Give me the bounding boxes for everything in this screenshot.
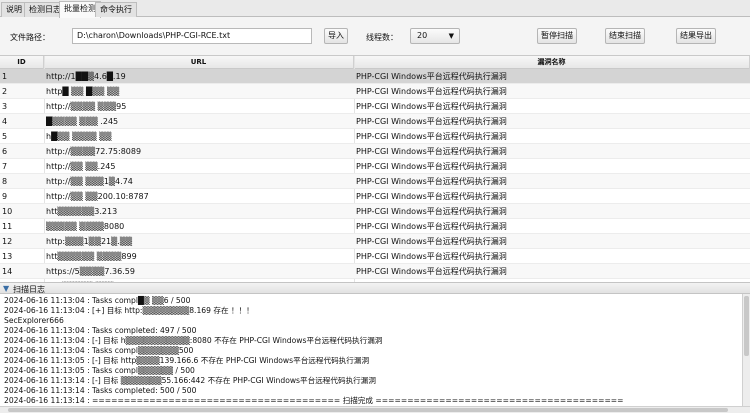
cell-vuln-name: PHP-CGI Windows平台远程代码执行漏洞 [356,117,507,126]
cell-url: http://▒▒▒▒72.75:8089 [46,147,142,156]
export-results-button[interactable]: 结果导出 [676,28,716,44]
cell-id: 5 [2,132,8,141]
pause-scan-button[interactable]: 暂停扫描 [537,28,577,44]
log-line: 2024-06-16 11:13:14 : ==================… [4,396,624,405]
cell-id: 11 [2,222,13,231]
cell-url: http://1██▒4.6█.19 [46,72,126,81]
log-line: 2024-06-16 11:13:05 : Tasks compl▒▒▒▒▒▒ … [4,366,195,375]
cell-id: 14 [2,267,13,276]
table-row[interactable]: 7 http://▒▒ ▒▒.245 PHP-CGI Windows平台远程代码执行… [0,159,750,174]
log-line: 2024-06-16 11:13:04 : [-] 目标 h▒▒▒▒▒▒▒▒▒▒… [4,336,383,345]
import-button[interactable]: 导入 [324,28,348,44]
column-header-vuln-name[interactable]: 漏洞名称 [354,56,750,69]
cell-id: 7 [2,162,8,171]
cell-vuln-name: PHP-CGI Windows平台远程代码执行漏洞 [356,162,507,171]
cell-url: http://▒▒▒▒ ▒▒▒95 [46,102,127,111]
threads-value: 20 [417,31,428,40]
cell-url: http█ ▒▒ █▒▒ ▒▒ [46,87,120,96]
threads-select[interactable]: 20 ▼ [410,28,460,44]
tab-command-exec[interactable]: 命令执行 [95,2,137,17]
cell-vuln-name: PHP-CGI Windows平台远程代码执行漏洞 [356,177,507,186]
threads-label: 线程数： [366,33,398,42]
log-line: 2024-06-16 11:13:14 : [-] 目标 ▒▒▒▒▒▒▒55.1… [4,376,376,385]
log-vertical-scrollbar[interactable] [742,294,750,406]
cell-url: https://5▒▒▒▒7.36.59 [46,267,135,276]
cell-id: 10 [2,207,13,216]
cell-url: htt▒▒▒▒▒▒3.213 [46,207,118,216]
toolbar: 文件路径： D:\charon\Downloads\PHP-CGI-RCE.tx… [0,18,750,54]
table-row[interactable]: 12 http:▒▒▒1▒▒21▒.▒▒ PHP-CGI Windows平台远程代码… [0,234,750,249]
file-path-input[interactable]: D:\charon\Downloads\PHP-CGI-RCE.txt [72,28,312,44]
cell-id: 6 [2,147,8,156]
cell-id: 1 [2,72,8,81]
table-row[interactable]: 13 htt▒▒▒▒▒▒ ▒▒▒▒899 PHP-CGI Windows平台远程代码… [0,249,750,264]
log-line: 2024-06-16 11:13:04 : Tasks compl▒▒▒▒▒▒▒… [4,346,194,355]
results-table: ID URL 漏洞名称 1 http://1██▒4.6█.19 PHP-CGI W… [0,55,750,282]
table-row[interactable]: 3 http://▒▒▒▒ ▒▒▒95 PHP-CGI Windows平台远程代码执… [0,99,750,114]
log-line: 2024-06-16 11:13:04 : Tasks compl█▒ ▒▒6 … [4,296,191,305]
cell-vuln-name: PHP-CGI Windows平台远程代码执行漏洞 [356,222,507,231]
table-row[interactable]: 1 http://1██▒4.6█.19 PHP-CGI Windows平台远程代码… [0,69,750,84]
cell-url: █▒▒▒▒ ▒▒▒ .245 [46,117,119,126]
table-header: ID URL 漏洞名称 [0,56,750,69]
cell-url: htt▒▒▒▒▒▒ ▒▒▒▒899 [46,252,137,261]
cell-vuln-name: PHP-CGI Windows平台远程代码执行漏洞 [356,192,507,201]
cell-vuln-name: PHP-CGI Windows平台远程代码执行漏洞 [356,237,507,246]
table-row[interactable]: 9 http://▒▒ ▒▒200.10:8787 PHP-CGI Windows平… [0,189,750,204]
cell-vuln-name: PHP-CGI Windows平台远程代码执行漏洞 [356,102,507,111]
cell-id: 2 [2,87,8,96]
tab-bar: 说明 检测日志 批量检测 命令执行 [0,0,750,18]
table-row[interactable]: 14 https://5▒▒▒▒7.36.59 PHP-CGI Windows平台远… [0,264,750,279]
cell-id: 12 [2,237,13,246]
column-header-id[interactable]: ID [0,56,44,69]
column-header-url[interactable]: URL [44,56,354,69]
cell-id: 4 [2,117,8,126]
cell-id: 3 [2,102,8,111]
cell-url: http://▒▒ ▒▒▒1▒4.74 [46,177,133,186]
collapse-triangle-icon[interactable]: ▼ [3,284,9,293]
log-line: 2024-06-16 11:13:05 : [-] 目标 http▒▒▒▒139… [4,356,370,365]
table-row[interactable]: 2 http█ ▒▒ █▒▒ ▒▒ PHP-CGI Windows平台远程代码执行漏… [0,84,750,99]
scan-log-area[interactable]: 2024-06-16 11:13:04 : Tasks compl█▒ ▒▒6 … [0,294,742,406]
cell-url: http:▒▒▒1▒▒21▒.▒▒ [46,237,133,246]
cell-id: 13 [2,252,13,261]
table-row[interactable]: 4 █▒▒▒▒ ▒▒▒ .245 PHP-CGI Windows平台远程代码执行漏洞 [0,114,750,129]
cell-id: 8 [2,177,8,186]
table-row[interactable]: 10 htt▒▒▒▒▒▒3.213 PHP-CGI Windows平台远程代码执行漏… [0,204,750,219]
file-path-label: 文件路径： [10,33,50,42]
log-line: 2024-06-16 11:13:04 : Tasks completed: 4… [4,326,197,335]
scan-log-header[interactable]: ▼ 扫描日志 [0,282,750,294]
log-line: 2024-06-16 11:13:14 : Tasks completed: 5… [4,386,197,395]
cell-vuln-name: PHP-CGI Windows平台远程代码执行漏洞 [356,267,507,276]
cell-id: 9 [2,192,8,201]
log-horizontal-scrollbar[interactable] [0,406,750,413]
scrollbar-thumb[interactable] [744,296,749,356]
cell-url: http://▒▒ ▒▒.245 [46,162,116,171]
cell-vuln-name: PHP-CGI Windows平台远程代码执行漏洞 [356,252,507,261]
chevron-down-icon: ▼ [448,32,454,40]
log-line: 2024-06-16 11:13:04 : [+] 目标 http:▒▒▒▒▒▒… [4,306,254,315]
table-row[interactable]: 6 http://▒▒▒▒72.75:8089 PHP-CGI Windows平台远… [0,144,750,159]
cell-vuln-name: PHP-CGI Windows平台远程代码执行漏洞 [356,147,507,156]
cell-vuln-name: PHP-CGI Windows平台远程代码执行漏洞 [356,132,507,141]
table-row[interactable]: 8 http://▒▒ ▒▒▒1▒4.74 PHP-CGI Windows平台远程代… [0,174,750,189]
cell-vuln-name: PHP-CGI Windows平台远程代码执行漏洞 [356,72,507,81]
scrollbar-thumb[interactable] [8,408,728,412]
table-row[interactable]: 5 h█▒▒ ▒▒▒▒ ▒▒ PHP-CGI Windows平台远程代码执行漏洞 [0,129,750,144]
table-row[interactable]: 11 ▒▒▒▒▒ ▒▒▒▒8080 PHP-CGI Windows平台远程代码执行漏… [0,219,750,234]
cell-url: http://▒▒ ▒▒200.10:8787 [46,192,149,201]
log-line: SecExplorer666 [4,316,64,325]
cell-url: h█▒▒ ▒▒▒▒ ▒▒ [46,132,112,141]
cell-vuln-name: PHP-CGI Windows平台远程代码执行漏洞 [356,207,507,216]
cell-vuln-name: PHP-CGI Windows平台远程代码执行漏洞 [356,87,507,96]
stop-scan-button[interactable]: 结束扫描 [605,28,645,44]
cell-url: ▒▒▒▒▒ ▒▒▒▒8080 [46,222,125,231]
